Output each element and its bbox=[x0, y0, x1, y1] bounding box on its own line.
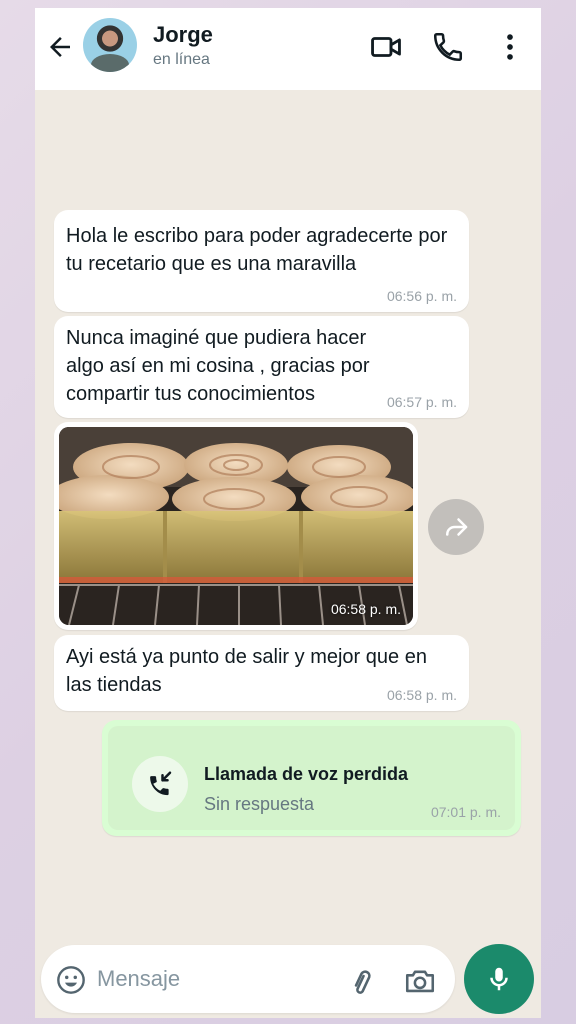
missed-call-title: Llamada de voz perdida bbox=[204, 764, 409, 784]
message-text: Nunca imaginé que pudiera hacer algo así… bbox=[66, 327, 370, 405]
message-bubble[interactable]: Ayi está ya punto de salir y mejor que e… bbox=[54, 635, 469, 711]
message-time: 07:01 p. m. bbox=[430, 804, 501, 820]
camera-icon[interactable] bbox=[403, 964, 437, 998]
forward-icon bbox=[446, 518, 468, 536]
bread-rolls-image bbox=[59, 427, 413, 625]
missed-call-icon-wrap bbox=[132, 756, 188, 812]
missed-call-bubble[interactable]: Llamada de voz perdida Sin respuesta 07:… bbox=[102, 720, 521, 836]
chat-screen: Jorge en línea Hola le escribo para pode… bbox=[35, 8, 541, 1018]
message-time: 06:56 p. m. bbox=[386, 288, 457, 304]
missed-call-icon bbox=[150, 771, 172, 796]
attach-icon[interactable] bbox=[345, 964, 379, 998]
message-time: 06:57 p. m. bbox=[386, 394, 457, 410]
contact-name: Jorge bbox=[153, 22, 213, 47]
bread-photo[interactable]: 06:58 p. m. bbox=[59, 427, 413, 625]
message-time: 06:58 p. m. bbox=[330, 601, 401, 617]
phone-icon[interactable] bbox=[431, 30, 465, 64]
message-bubble[interactable]: Nunca imaginé que pudiera hacer algo así… bbox=[54, 316, 469, 418]
mic-icon bbox=[490, 967, 508, 991]
message-text: Hola le escribo para poder agradecerte p… bbox=[66, 225, 448, 275]
forward-button[interactable] bbox=[428, 499, 484, 555]
avatar[interactable] bbox=[83, 18, 137, 72]
back-arrow-icon[interactable] bbox=[45, 32, 75, 62]
video-call-icon[interactable] bbox=[369, 30, 403, 64]
message-bubble[interactable]: Hola le escribo para poder agradecerte p… bbox=[54, 210, 469, 312]
message-time: 06:58 p. m. bbox=[386, 687, 457, 703]
contact-status: en línea bbox=[153, 51, 210, 68]
chat-header: Jorge en línea bbox=[35, 8, 541, 90]
message-composer bbox=[41, 945, 455, 1013]
mic-button[interactable] bbox=[464, 944, 534, 1014]
more-vertical-icon[interactable] bbox=[493, 30, 527, 64]
image-message-bubble[interactable]: 06:58 p. m. bbox=[54, 422, 418, 630]
missed-call-subtitle: Sin respuesta bbox=[204, 794, 315, 814]
message-input[interactable] bbox=[97, 963, 317, 995]
contact-info[interactable]: Jorge en línea bbox=[153, 22, 213, 69]
missed-call-card[interactable]: Llamada de voz perdida Sin respuesta 07:… bbox=[108, 726, 515, 830]
emoji-icon[interactable] bbox=[55, 964, 87, 996]
